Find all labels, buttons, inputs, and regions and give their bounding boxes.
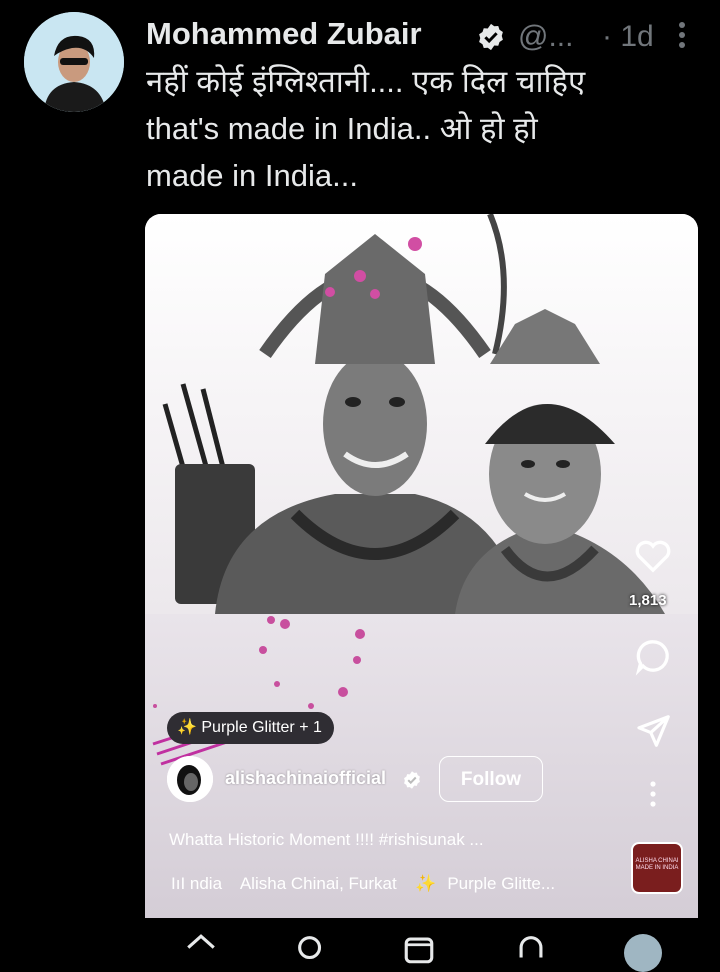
bottom-nav bbox=[0, 920, 720, 972]
creator-username[interactable]: alishachinaiofficial bbox=[225, 768, 386, 789]
audio-thumbnail[interactable]: ALISHA CHINAI MADE IN INDIA bbox=[631, 842, 683, 894]
send-icon[interactable] bbox=[635, 712, 673, 750]
effect-chip-label: Purple Glitter + 1 bbox=[201, 719, 322, 736]
creator-avatar[interactable] bbox=[167, 756, 213, 802]
creator-row: alishachinaiofficial Follow bbox=[167, 756, 587, 806]
tweet-text: नहीं कोई इंग्लिश्तानी.... एक दिल चाहिए t… bbox=[146, 64, 586, 193]
verified-badge-icon bbox=[479, 23, 503, 51]
search-icon[interactable] bbox=[294, 932, 328, 966]
music-row[interactable]: IıI ndia Alisha Chinai, Furkat ✨ Purple … bbox=[171, 874, 569, 894]
embedded-video[interactable]: 1,813 ✨ Purple Glitter + 1 alishachinaio… bbox=[145, 214, 698, 918]
video-caption[interactable]: Whatta Historic Moment !!!! #rishisunak … bbox=[169, 830, 484, 850]
author-name[interactable]: Mohammed Zubair bbox=[146, 16, 422, 52]
verified-badge-icon bbox=[404, 771, 420, 789]
like-count: 1,813 bbox=[629, 592, 667, 609]
video-frame-image bbox=[145, 214, 698, 614]
thumb-label: ALISHA CHINAI MADE IN INDIA bbox=[635, 858, 679, 871]
music-item: IıI ndia bbox=[171, 874, 223, 893]
sparkle-icon: ✨ bbox=[177, 719, 197, 736]
media-icon[interactable] bbox=[402, 932, 436, 966]
heart-icon[interactable] bbox=[633, 536, 673, 576]
profile-avatar[interactable] bbox=[624, 934, 662, 972]
author-avatar[interactable] bbox=[24, 12, 124, 112]
music-item: Purple Glitte... bbox=[447, 874, 556, 893]
tweet-timestamp[interactable]: · 1d bbox=[602, 20, 654, 54]
comment-icon[interactable] bbox=[633, 636, 673, 676]
more-vertical-icon[interactable] bbox=[674, 18, 690, 52]
effect-chip[interactable]: ✨ Purple Glitter + 1 bbox=[167, 712, 334, 744]
home-icon[interactable] bbox=[184, 932, 218, 966]
author-handle[interactable]: @... bbox=[518, 20, 573, 54]
notifications-icon[interactable] bbox=[514, 932, 548, 966]
options-more-icon[interactable] bbox=[647, 780, 659, 808]
sparkle-icon: ✨ bbox=[415, 874, 437, 893]
tweet-header: Mohammed Zubair @... · 1d bbox=[146, 10, 720, 54]
music-item: Alisha Chinai, Furkat bbox=[239, 874, 397, 893]
follow-button[interactable]: Follow bbox=[439, 756, 543, 802]
